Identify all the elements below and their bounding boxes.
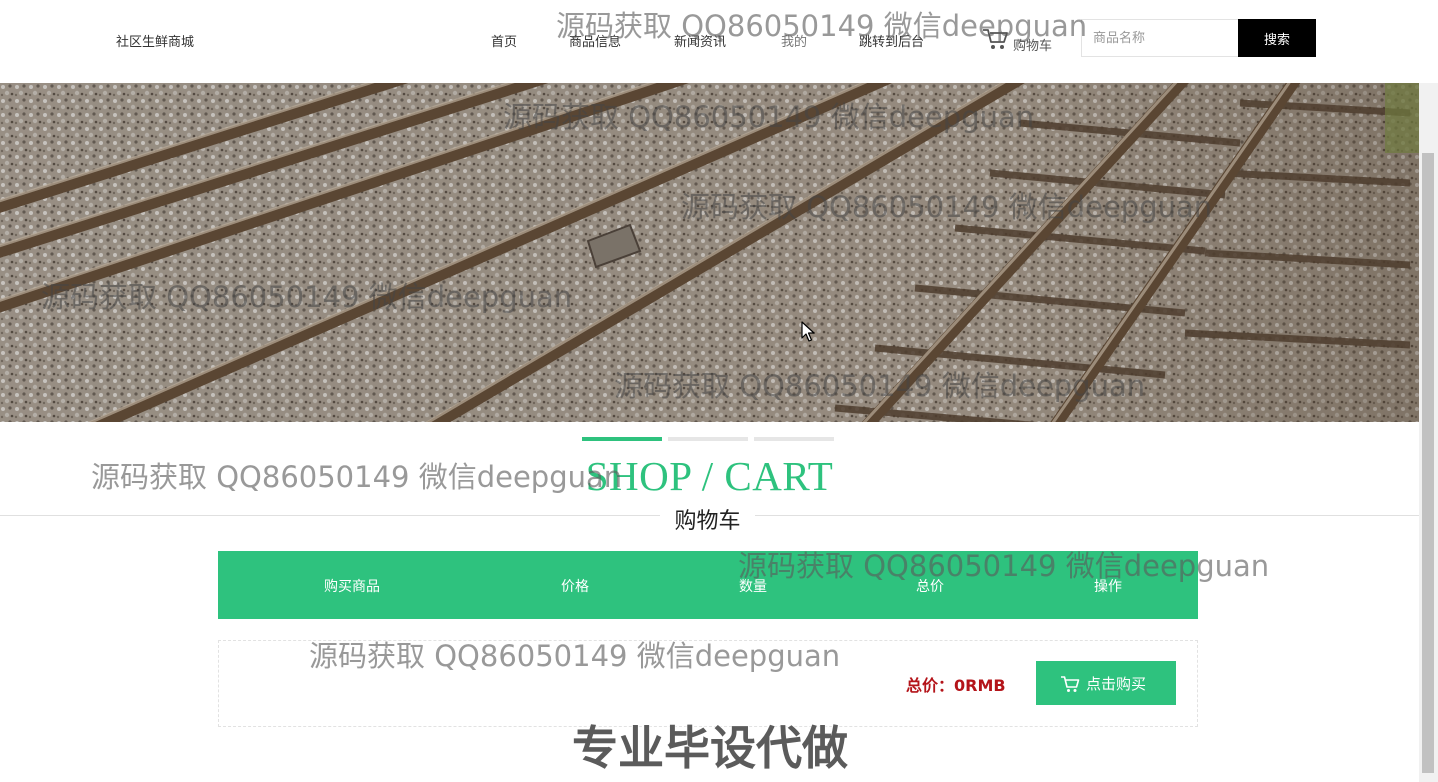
cart-link-label: 购物车 (1013, 39, 1053, 54)
scrollbar-thumb[interactable] (1422, 153, 1434, 773)
col-quantity: 数量 (739, 579, 767, 595)
hero-banner (0, 83, 1419, 422)
nav-products[interactable]: 商品信息 (569, 31, 621, 50)
top-header: 社区生鲜商城 首页 商品信息 新闻资讯 我的 跳转到后台 购物车 搜索 (0, 0, 1438, 83)
search-input[interactable] (1081, 19, 1238, 57)
nav-news[interactable]: 新闻资讯 (674, 31, 726, 50)
buy-button[interactable]: 点击购买 (1036, 661, 1176, 705)
search-button[interactable]: 搜索 (1238, 19, 1316, 57)
site-brand[interactable]: 社区生鲜商城 (116, 31, 194, 50)
nav-home[interactable]: 首页 (491, 31, 517, 50)
nav-admin[interactable]: 跳转到后台 (859, 31, 924, 50)
cart-icon (983, 29, 1008, 49)
cart-table-header: 购买商品 价格 数量 总价 操作 (218, 551, 1198, 619)
slider-dot-1[interactable] (582, 437, 662, 441)
section-title-cn: 购物车 (660, 503, 755, 535)
buy-button-label: 点击购买 (1086, 675, 1147, 693)
col-product: 购买商品 (324, 579, 380, 595)
section-title-en: SHOP / CART (585, 453, 834, 499)
col-action: 操作 (1094, 579, 1122, 595)
slider-dot-2[interactable] (668, 437, 748, 441)
col-price: 价格 (561, 579, 589, 595)
col-subtotal: 总价 (916, 579, 944, 595)
slider-dot-3[interactable] (754, 437, 834, 441)
page-scrollbar[interactable] (1419, 83, 1438, 782)
cart-total: 总价：0RMB (906, 676, 1006, 695)
banner-railway-image (0, 83, 1419, 422)
nav-mine[interactable]: 我的 (781, 31, 807, 50)
cart-icon-button (1061, 676, 1080, 692)
